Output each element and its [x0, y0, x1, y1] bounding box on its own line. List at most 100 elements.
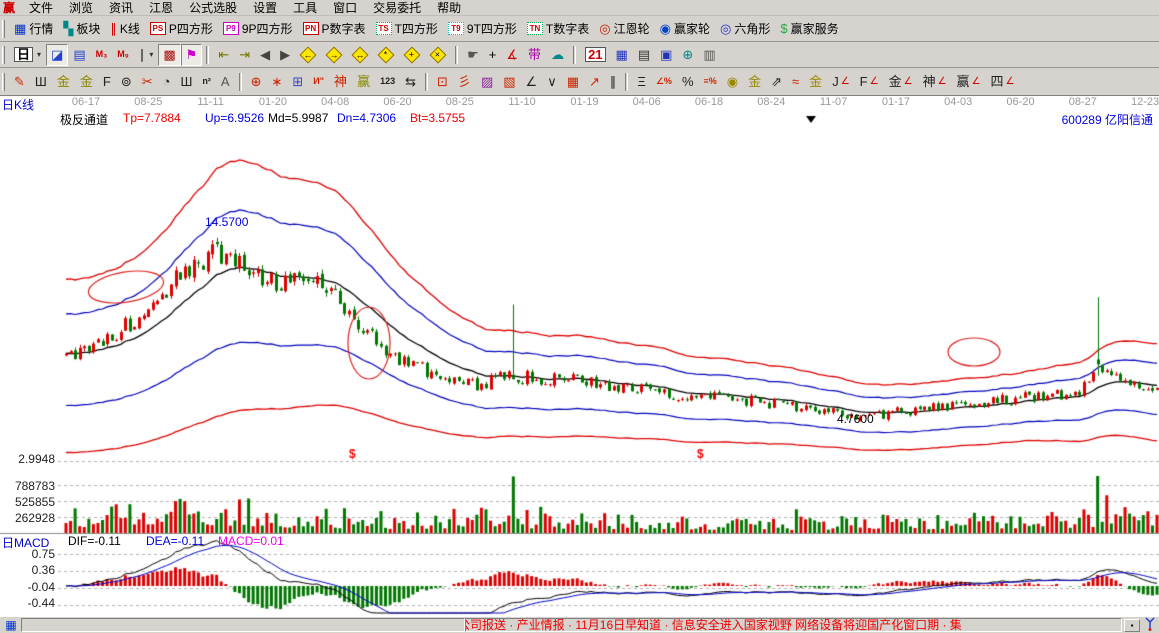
menu-item-江恩[interactable]: 江恩	[141, 0, 181, 16]
toolbar-grip[interactable]	[2, 46, 5, 64]
calculator-button[interactable]: ▦	[611, 44, 633, 66]
main-chart-button[interactable]: ◪	[46, 44, 68, 66]
toolbar-grip[interactable]	[2, 73, 5, 91]
parallel-lines-button[interactable]: ∥	[605, 71, 622, 93]
crosshair-button[interactable]: +	[484, 44, 502, 66]
menu-item-文件[interactable]: 文件	[21, 0, 61, 16]
gold-grid-b-button[interactable]: 金	[75, 71, 98, 93]
last-bar-button[interactable]: ⇥	[234, 44, 255, 66]
angle-gold-button[interactable]: 金∠	[884, 71, 918, 93]
t-number-button[interactable]: TNT数字表	[522, 18, 594, 40]
menu-item-窗口[interactable]: 窗口	[325, 0, 365, 16]
kline-button[interactable]: ∥K线	[105, 18, 145, 40]
news-ticker[interactable]: 公司报送 · 产业情报 · 11月16日早知道 · 信息安全进入国家视野 网络设…	[465, 619, 962, 632]
angle-shen-button[interactable]: 神∠	[918, 71, 952, 93]
comb-2-button[interactable]: Ш	[175, 71, 197, 93]
price-grid-button[interactable]: ▦	[562, 71, 584, 93]
drag-hand-button[interactable]: ☛	[462, 44, 484, 66]
hexagon-button[interactable]: ◎六角形	[715, 18, 775, 40]
9p-square-button[interactable]: P99P四方形	[218, 18, 298, 40]
trend-pen-button[interactable]: ⇗	[766, 71, 787, 93]
gold-under-button[interactable]: 金	[804, 71, 827, 93]
remote-pc-button[interactable]: ▥	[698, 44, 720, 66]
spiral-button[interactable]: ⊚	[116, 71, 137, 93]
gann-web-button[interactable]: ⊞	[287, 71, 308, 93]
text-note-button[interactable]: A	[216, 71, 235, 93]
brush-button[interactable]: ✎	[9, 71, 30, 93]
menu-item-浏览[interactable]: 浏览	[61, 0, 101, 16]
f10-info-button[interactable]: ▤	[68, 44, 90, 66]
gold-grid-a-button[interactable]: 金	[52, 71, 75, 93]
n-square-button[interactable]: n²	[197, 71, 216, 93]
shift-both-button[interactable]: ↔	[347, 44, 373, 66]
gann-star-button[interactable]: ∗	[266, 71, 287, 93]
magic-number-button[interactable]: И"	[308, 71, 329, 93]
compress-button[interactable]: *	[373, 44, 399, 66]
fan-grid-button[interactable]: ▧	[498, 71, 520, 93]
ruler-123-button[interactable]: 123	[375, 71, 400, 93]
t-square-button[interactable]: TST四方形	[371, 18, 443, 40]
gann-circle-button[interactable]: ⊕	[246, 71, 267, 93]
menu-item-帮助[interactable]: 帮助	[429, 0, 469, 16]
fan-box-button[interactable]: ▨	[476, 71, 498, 93]
wave-tool-button[interactable]: ≈	[787, 71, 804, 93]
overlay-3-button[interactable]: M₃	[91, 44, 113, 66]
percent-button[interactable]: %	[677, 71, 699, 93]
knife-button[interactable]: ✂	[137, 71, 158, 93]
save-button[interactable]: ▣	[655, 44, 677, 66]
expand-button[interactable]: +	[399, 44, 425, 66]
9t-square-button[interactable]: T99T四方形	[443, 18, 522, 40]
angle-four-button[interactable]: 四∠	[986, 71, 1020, 93]
ticker-scroll-button[interactable]: ▪	[1124, 619, 1140, 632]
angle-win-button[interactable]: 赢∠	[952, 71, 986, 93]
candle-style-button[interactable]: ∣▾	[134, 44, 159, 66]
calendar-button[interactable]: 21	[580, 44, 610, 66]
smart-analyze-button[interactable]: ☁	[546, 44, 569, 66]
menu-item-工具[interactable]: 工具	[285, 0, 325, 16]
gann-tag-button[interactable]: 带	[523, 44, 546, 66]
gold-ratio-button[interactable]: 金	[743, 71, 766, 93]
net-config-button[interactable]: ⊕	[677, 44, 698, 66]
period-day-button[interactable]: 日▾	[9, 44, 46, 66]
grid-comb-button[interactable]: Ш	[30, 71, 52, 93]
zigzag-button[interactable]: ∨	[542, 71, 562, 93]
overlay-9-button[interactable]: M₉	[112, 44, 134, 66]
angle-percent-button[interactable]: ∠%	[651, 71, 677, 93]
shift-right-button[interactable]: →	[321, 44, 347, 66]
menu-item-公式选股[interactable]: 公式选股	[181, 0, 245, 16]
menu-item-资讯[interactable]: 资讯	[101, 0, 141, 16]
angle-f-button[interactable]: F∠	[855, 71, 884, 93]
angle-j-button[interactable]: J∠	[827, 71, 854, 93]
memo-button[interactable]: ▤	[633, 44, 655, 66]
time-cycle-button[interactable]: ◔	[158, 71, 176, 93]
select-box-button[interactable]: ⊡	[432, 71, 453, 93]
width-measure-button[interactable]: ⇆	[400, 71, 421, 93]
fib-grid-button[interactable]: F	[98, 71, 116, 93]
grid-arrow-button[interactable]: ↗	[584, 71, 605, 93]
status-quotes-icon[interactable]: ▦	[1, 618, 21, 632]
shen-grid-button[interactable]: 神	[329, 71, 352, 93]
quotes-button[interactable]: ▦行情	[9, 18, 58, 40]
stats-flag-button[interactable]: ⚑	[181, 44, 203, 66]
winner-service-button[interactable]: $赢家服务	[775, 18, 843, 40]
toolbar-grip[interactable]	[2, 20, 5, 38]
menu-item-设置[interactable]: 设置	[245, 0, 285, 16]
gold-section-button[interactable]: ◉	[722, 71, 743, 93]
line-percent-button[interactable]: ≡%	[699, 71, 722, 93]
first-bar-button[interactable]: ⇤	[213, 44, 234, 66]
angle-measure-button[interactable]: ∡	[501, 44, 523, 66]
menu-item-交易委托[interactable]: 交易委托	[365, 0, 429, 16]
restore-scale-button[interactable]: ×	[425, 44, 451, 66]
gann-wheel-button[interactable]: ◎江恩轮	[594, 18, 654, 40]
p-square-button[interactable]: PSP四方形	[145, 18, 218, 40]
prev-bar-button[interactable]: ◀	[255, 44, 275, 66]
shift-left-button[interactable]: ←	[295, 44, 321, 66]
sectors-button[interactable]: ▚板块	[58, 18, 105, 40]
fan-lines-button[interactable]: 彡	[453, 71, 476, 93]
winner-wheel-button[interactable]: ◉赢家轮	[655, 18, 715, 40]
p-number-button[interactable]: PNP数字表	[298, 18, 371, 40]
angle-line-button[interactable]: ∠	[521, 71, 543, 93]
win-grid-button[interactable]: 赢	[352, 71, 375, 93]
next-bar-button[interactable]: ▶	[275, 44, 295, 66]
stat-list-button[interactable]: Ξ	[632, 71, 650, 93]
